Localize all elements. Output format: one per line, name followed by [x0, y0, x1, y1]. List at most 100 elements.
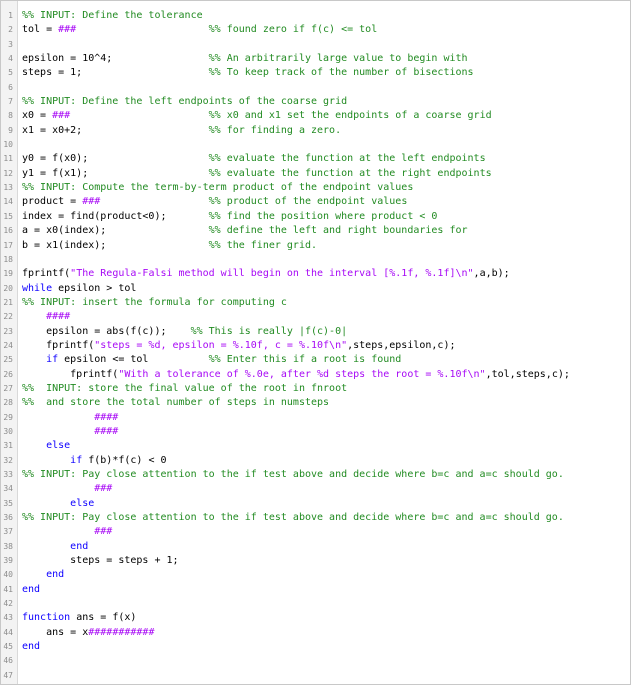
code-line[interactable]: 23 epsilon = abs(f(c)); %% This is reall…	[1, 325, 630, 339]
code-line[interactable]: 33 %% INPUT: Pay close attention to the i…	[1, 468, 630, 482]
code-token: steps = steps + 1;	[22, 555, 179, 567]
code-line[interactable]: 32 if f(b)*f(c) < 0	[1, 454, 630, 468]
code-line[interactable]: 31 else	[1, 439, 630, 453]
line-number: 40	[3, 570, 13, 580]
line-number: 30	[3, 426, 13, 436]
code-line[interactable]: 13 %% INPUT: Compute the term-by-term pro…	[1, 181, 630, 195]
code-line[interactable]: 10	[1, 138, 630, 152]
code-line[interactable]: 1 %% INPUT: Define the tolerance	[1, 9, 630, 23]
comment-token: %% INPUT: Pay close attention to the if …	[22, 469, 564, 480]
line-number: 18	[3, 254, 13, 264]
line-number: 11	[3, 154, 13, 164]
code-line[interactable]: 47	[1, 669, 630, 683]
line-number: 39	[3, 556, 13, 566]
code-line[interactable]: 44 ans = x###########	[1, 626, 630, 640]
code-line[interactable]: 8 x0 = ### %% x0 and x1 set the endpoints…	[1, 109, 630, 123]
code-line[interactable]: 46	[1, 654, 630, 668]
code-token: fprintf(	[22, 268, 71, 280]
comment-token: %% find the position where product < 0	[208, 210, 438, 222]
code-token: x1 = x0+2;	[22, 124, 209, 136]
line-number: 15	[3, 211, 13, 221]
code-line[interactable]: 2 tol = ### %% found zero if f(c) <= tol	[1, 23, 630, 37]
line-number: 34	[3, 484, 13, 494]
code-text: %% INPUT: Define the tolerance	[22, 9, 203, 23]
code-editor[interactable]: 1 %% INPUT: Define the tolerance 2 tol = ##…	[0, 0, 631, 685]
comment-token: %% and store the total number of steps i…	[22, 397, 330, 409]
code-line[interactable]: 14 product = ### %% product of the endpoi…	[1, 195, 630, 209]
code-line[interactable]: 45 end	[1, 640, 630, 654]
code-line[interactable]: 30 ####	[1, 425, 630, 439]
code-line[interactable]: 37 ###	[1, 525, 630, 539]
code-line[interactable]: 12 y1 = f(x1); %% evaluate the function a…	[1, 167, 630, 181]
line-number: 21	[3, 297, 13, 307]
code-token: y1 = f(x1);	[22, 167, 209, 179]
line-number: 36	[3, 513, 13, 523]
code-token: f(b)*f(c) < 0	[82, 454, 167, 466]
code-token: ,a,b);	[473, 268, 510, 280]
code-token: fprintf(	[22, 339, 95, 351]
code-line[interactable]: 43 function ans = f(x)	[1, 611, 630, 625]
code-line[interactable]: 4 epsilon = 10^4; %% An arbitrarily large…	[1, 52, 630, 66]
code-text: x0 = ### %% x0 and x1 set the endpoints …	[22, 109, 492, 123]
keyword-token: end	[46, 569, 65, 581]
code-line[interactable]: 17 b = x1(index); %% the finer grid.	[1, 239, 630, 253]
line-number: 23	[3, 326, 13, 336]
code-line[interactable]: 18	[1, 253, 630, 267]
line-number: 42	[3, 599, 13, 609]
code-token: tol =	[22, 24, 59, 36]
code-line[interactable]: 40 end	[1, 568, 630, 582]
code-token: ,steps,epsilon,c);	[347, 339, 456, 351]
code-line[interactable]: 7 %% INPUT: Define the left endpoints of …	[1, 95, 630, 109]
code-line[interactable]: 42	[1, 597, 630, 611]
code-line[interactable]: 38 end	[1, 540, 630, 554]
code-line[interactable]: 19 fprintf("The Regula-Falsi method will …	[1, 267, 630, 281]
code-line[interactable]: 27 %% INPUT: store the final value of the…	[1, 382, 630, 396]
code-line[interactable]: 6	[1, 81, 630, 95]
comment-token: %% To keep track of the number of bisect…	[208, 67, 474, 79]
code-line[interactable]: 24 fprintf("steps = %d, epsilon = %.10f,…	[1, 339, 630, 353]
code-text: %% INPUT: Compute the term-by-term produ…	[22, 181, 413, 195]
code-line[interactable]: 25 if epsilon <= tol %% Enter this if a …	[1, 353, 630, 367]
code-line[interactable]: 21 %% INPUT: insert the formula for compu…	[1, 296, 630, 310]
code-text: function ans = f(x)	[22, 611, 136, 625]
code-token: a = x0(index);	[22, 225, 209, 237]
code-line[interactable]: 39 steps = steps + 1;	[1, 554, 630, 568]
code-text: y0 = f(x0); %% evaluate the function at …	[22, 152, 486, 166]
comment-token: %% This is really |f(c)-0|	[190, 325, 348, 337]
code-token: index = find(product<0);	[22, 210, 209, 222]
line-number: 10	[3, 140, 13, 150]
code-line[interactable]: 36 %% INPUT: Pay close attention to the i…	[1, 511, 630, 525]
code-line[interactable]: 26 fprintf("With a tolerance of %.0e, af…	[1, 368, 630, 382]
code-text: epsilon = abs(f(c)); %% This is really |…	[22, 325, 347, 339]
line-number: 1	[8, 11, 13, 20]
code-text: end	[22, 568, 64, 582]
code-line[interactable]: 34 ###	[1, 482, 630, 496]
code-text: if epsilon <= tol %% Enter this if a roo…	[22, 353, 401, 367]
line-number: 35	[3, 498, 13, 508]
code-line[interactable]: 3	[1, 38, 630, 52]
code-line[interactable]: 9 x1 = x0+2; %% for finding a zero.	[1, 124, 630, 138]
code-line[interactable]: 28 %% and store the total number of steps…	[1, 396, 630, 410]
code-line[interactable]: 15 index = find(product<0); %% find the p…	[1, 210, 630, 224]
line-number: 37	[3, 527, 13, 537]
line-number: 19	[3, 269, 13, 279]
code-text: end	[22, 640, 40, 654]
line-number: 7	[8, 97, 13, 107]
string-token: ####	[94, 425, 119, 437]
comment-token: %% INPUT: Compute the term-by-term produ…	[22, 182, 414, 194]
line-number: 28	[3, 398, 13, 408]
code-line[interactable]: 5 steps = 1; %% To keep track of the numb…	[1, 66, 630, 80]
code-line[interactable]: 16 a = x0(index); %% define the left and …	[1, 224, 630, 238]
code-line[interactable]: 35 else	[1, 497, 630, 511]
code-line[interactable]: 41 end	[1, 583, 630, 597]
code-line[interactable]: 20 while epsilon > tol	[1, 282, 630, 296]
code-line[interactable]: 22 ####	[1, 310, 630, 324]
code-line[interactable]: 29 ####	[1, 411, 630, 425]
line-number: 32	[3, 455, 13, 465]
line-number: 31	[3, 441, 13, 451]
code-line[interactable]: 11 y0 = f(x0); %% evaluate the function a…	[1, 152, 630, 166]
comment-token: %% x0 and x1 set the endpoints of a coar…	[208, 110, 492, 122]
